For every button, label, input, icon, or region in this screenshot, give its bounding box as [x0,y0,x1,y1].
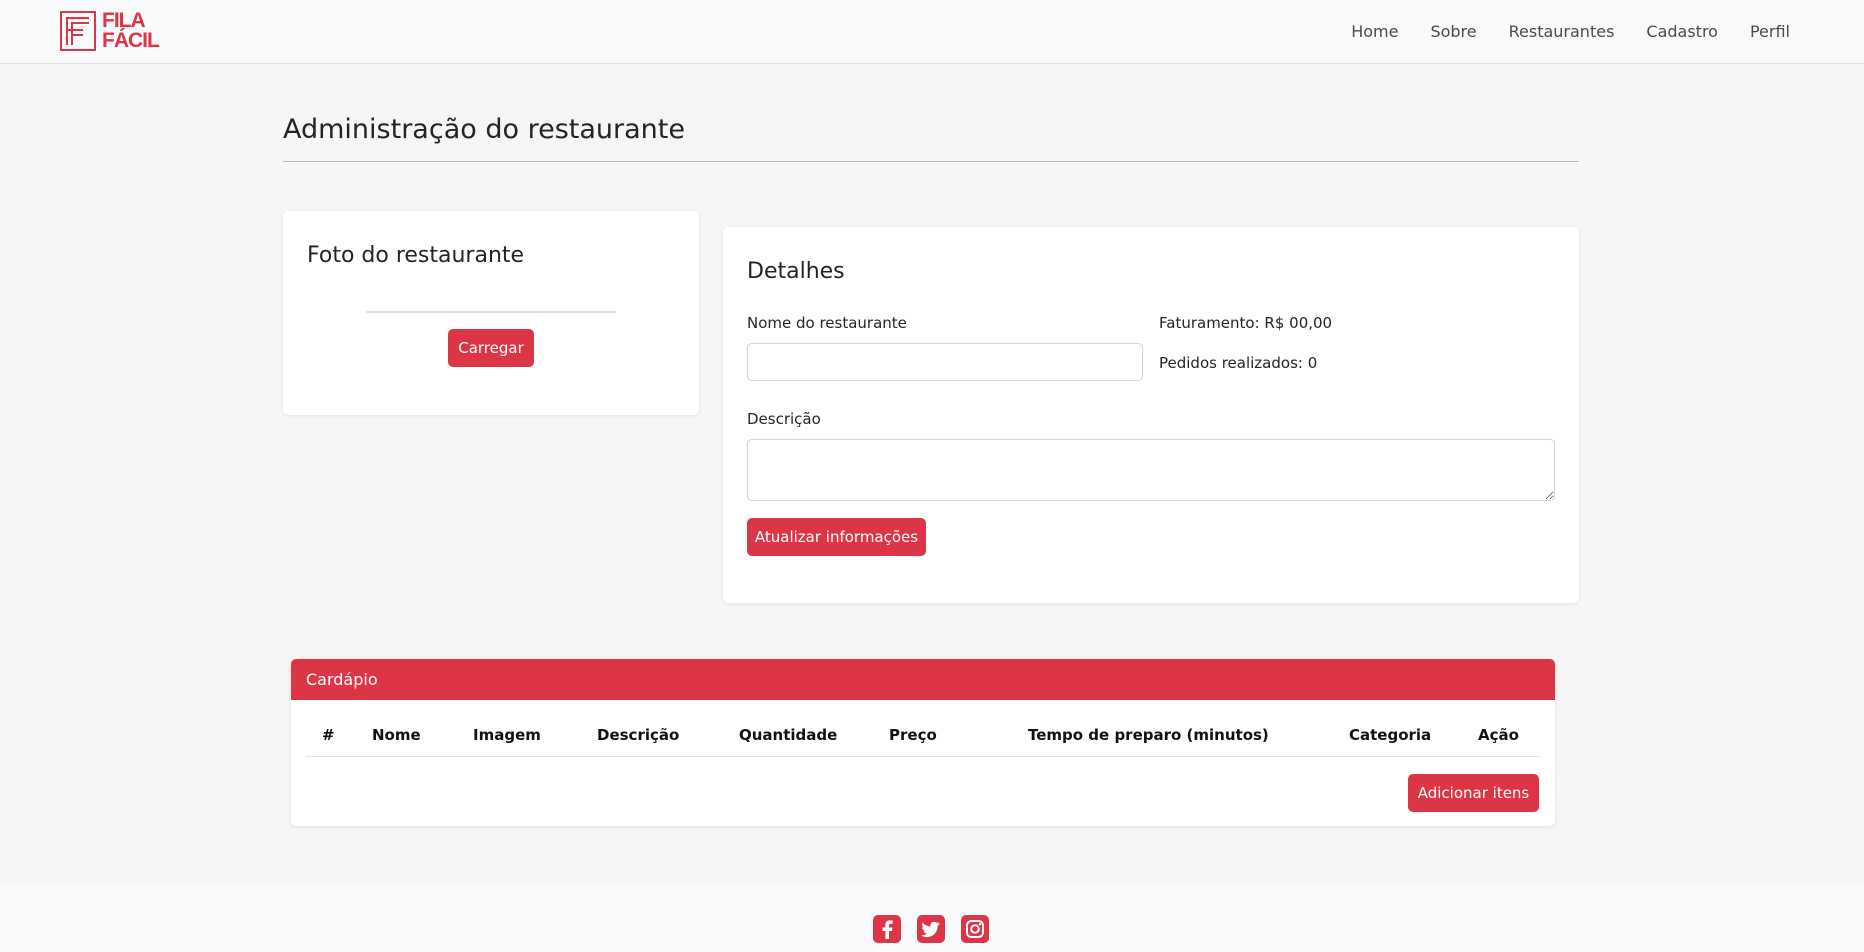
column-header-category: Categoria [1349,726,1432,744]
menu-card: Cardápio # Nome Imagem Descrição Quantid… [291,659,1555,826]
menu-card-header: Cardápio [291,659,1555,700]
twitter-icon[interactable] [917,915,945,943]
brand-name-line1: FILA [102,9,146,32]
details-card-title: Detalhes [747,259,845,284]
title-divider [283,161,1579,162]
column-header-description: Descrição [597,726,680,744]
description-label: Descrição [747,410,821,428]
photo-card: Foto do restaurante Carregar [283,211,699,415]
navbar: FILA FÁCIL Home Sobre Restaurantes Cadas… [0,0,1864,64]
brand-logo[interactable]: FILA FÁCIL [60,9,160,52]
description-textarea[interactable] [747,439,1555,501]
nav-perfil[interactable]: Perfil [1750,22,1790,41]
nav-cadastro[interactable]: Cadastro [1646,22,1718,41]
nav-restaurantes[interactable]: Restaurantes [1509,22,1615,41]
column-header-action: Ação [1478,726,1519,744]
brand-name: FILA FÁCIL [102,9,160,52]
orders-count-text: Pedidos realizados: 0 [1159,354,1318,372]
column-header-price: Preço [889,726,937,744]
update-info-button[interactable]: Atualizar informações [747,518,926,556]
nav-sobre[interactable]: Sobre [1430,22,1476,41]
instagram-icon[interactable] [961,915,989,943]
page-title: Administração do restaurante [283,114,685,145]
add-items-button[interactable]: Adicionar itens [1408,774,1539,812]
column-header-quantity: Quantidade [739,726,838,744]
facebook-icon[interactable] [873,915,901,943]
column-header-prep-time: Tempo de preparo (minutos) [1028,726,1269,744]
column-header-name: Nome [372,726,421,744]
restaurant-name-input[interactable] [747,343,1143,381]
brand-logo-mark-icon [60,11,96,51]
table-header-divider [306,756,1539,757]
column-header-image: Imagem [473,726,541,744]
nav-menu: Home Sobre Restaurantes Cadastro Perfil [1351,0,1790,62]
nav-home[interactable]: Home [1351,22,1398,41]
revenue-text: Faturamento: R$ 00,00 [1159,314,1333,332]
details-card: Detalhes Nome do restaurante Faturamento… [723,227,1579,603]
restaurant-name-label: Nome do restaurante [747,314,907,332]
brand-name-line2: FÁCIL [102,29,160,52]
column-header-index: # [322,726,335,744]
upload-photo-button[interactable]: Carregar [448,329,534,367]
photo-card-title: Foto do restaurante [307,243,525,268]
photo-placeholder-divider [366,311,616,313]
